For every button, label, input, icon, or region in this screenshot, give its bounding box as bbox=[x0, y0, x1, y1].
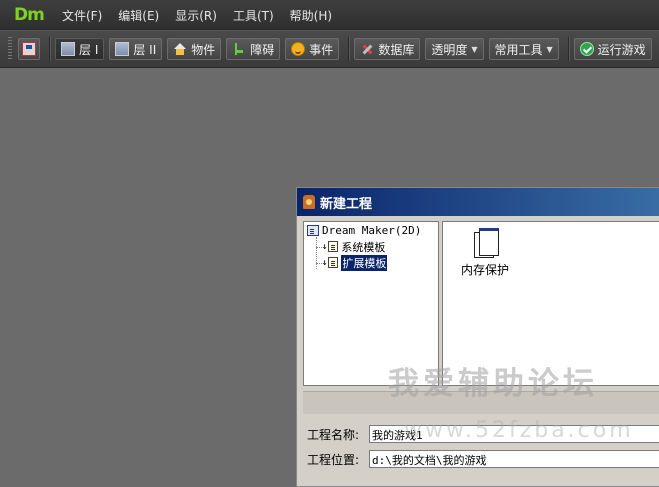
save-icon bbox=[22, 42, 36, 56]
database-label: 数据库 bbox=[378, 42, 415, 57]
template-item-memory-protect[interactable]: 内存保护 bbox=[455, 228, 515, 278]
menu-view[interactable]: 显示(R) bbox=[175, 7, 217, 24]
project-path-input[interactable]: d:\我的文档\我的游戏 bbox=[369, 450, 659, 468]
layer-icon bbox=[115, 42, 130, 56]
tree-root-label: Dream Maker(2D) bbox=[322, 224, 422, 237]
obstacles-label: 障碍 bbox=[250, 42, 275, 57]
layer-2-button[interactable]: 层 II bbox=[109, 38, 163, 60]
app-logo: Dm bbox=[14, 5, 45, 25]
document-icon bbox=[328, 241, 339, 252]
watermark-text: 我爱辅助论坛 bbox=[388, 366, 598, 402]
run-game-button[interactable]: 运行游戏 bbox=[573, 38, 652, 60]
project-name-label: 工程名称: bbox=[307, 427, 360, 442]
layer-1-button[interactable]: 层 I bbox=[55, 38, 105, 60]
document-icon bbox=[328, 257, 339, 268]
menu-help[interactable]: 帮助(H) bbox=[290, 7, 332, 24]
tree-item-extended-templates[interactable]: ↓ 扩展模板 bbox=[322, 254, 388, 271]
tools-icon bbox=[360, 42, 374, 56]
menu-file[interactable]: 文件(F) bbox=[62, 7, 102, 24]
arrow-down-icon: ↓ bbox=[322, 241, 328, 252]
menu-tools[interactable]: 工具(T) bbox=[233, 7, 274, 24]
layer-1-label: 层 I bbox=[79, 42, 99, 57]
toolbar-grip[interactable] bbox=[8, 37, 12, 61]
opacity-dropdown[interactable]: 透明度 ▼ bbox=[425, 38, 484, 60]
tree-connector bbox=[316, 237, 317, 269]
events-button[interactable]: 事件 bbox=[285, 38, 340, 60]
smiley-icon bbox=[291, 42, 306, 56]
checkmark-icon bbox=[579, 42, 594, 56]
project-icon bbox=[307, 225, 319, 236]
menu-items: 文件(F) 编辑(E) 显示(R) 工具(T) 帮助(H) bbox=[62, 7, 348, 24]
tree-root[interactable]: Dream Maker(2D) bbox=[307, 223, 421, 238]
events-label: 事件 bbox=[309, 42, 334, 57]
watermark-url: www.52fzba.com bbox=[404, 418, 634, 443]
tree-item-system-templates[interactable]: ↓ 系统模板 bbox=[322, 239, 385, 254]
objects-button[interactable]: 物件 bbox=[167, 38, 222, 60]
toolbar: 层 I 层 II 物件 障碍 事件 数据库 透明度 ▼ 常用工具 ▼ 运行游戏 bbox=[0, 30, 659, 68]
run-game-label: 运行游戏 bbox=[597, 42, 646, 57]
menu-edit[interactable]: 编辑(E) bbox=[118, 7, 159, 24]
window-template-icon bbox=[471, 228, 499, 258]
project-path-label: 工程位置: bbox=[307, 452, 360, 467]
template-label: 内存保护 bbox=[460, 263, 509, 277]
menu-bar: Dm 文件(F) 编辑(E) 显示(R) 工具(T) 帮助(H) bbox=[0, 0, 659, 30]
house-icon bbox=[173, 42, 187, 56]
layer-icon bbox=[61, 42, 75, 56]
tree-item-label: 扩展模板 bbox=[341, 254, 388, 271]
obstacles-button[interactable]: 障碍 bbox=[226, 38, 281, 60]
opacity-label: 透明度 bbox=[431, 42, 468, 57]
tree-item-label: 系统模板 bbox=[341, 240, 386, 254]
layer-2-label: 层 II bbox=[133, 42, 157, 57]
project-path-row: 工程位置: d:\我的文档\我的游戏 bbox=[307, 450, 659, 468]
arrow-down-icon: ↓ bbox=[322, 257, 328, 268]
database-button[interactable]: 数据库 bbox=[354, 38, 421, 60]
dialog-title: 新建工程 bbox=[320, 196, 373, 212]
save-button[interactable] bbox=[18, 38, 40, 60]
toolbar-separator bbox=[49, 37, 51, 61]
flag-icon bbox=[232, 42, 246, 56]
objects-label: 物件 bbox=[191, 42, 216, 57]
common-tools-label: 常用工具 bbox=[494, 42, 543, 57]
chevron-down-icon: ▼ bbox=[471, 44, 478, 54]
common-tools-dropdown[interactable]: 常用工具 ▼ bbox=[488, 38, 559, 60]
toolbar-separator bbox=[348, 37, 351, 61]
chevron-down-icon: ▼ bbox=[546, 44, 553, 54]
dialog-title-bar[interactable]: 新建工程 bbox=[297, 188, 659, 216]
app-icon bbox=[303, 195, 315, 209]
toolbar-separator bbox=[567, 37, 570, 61]
